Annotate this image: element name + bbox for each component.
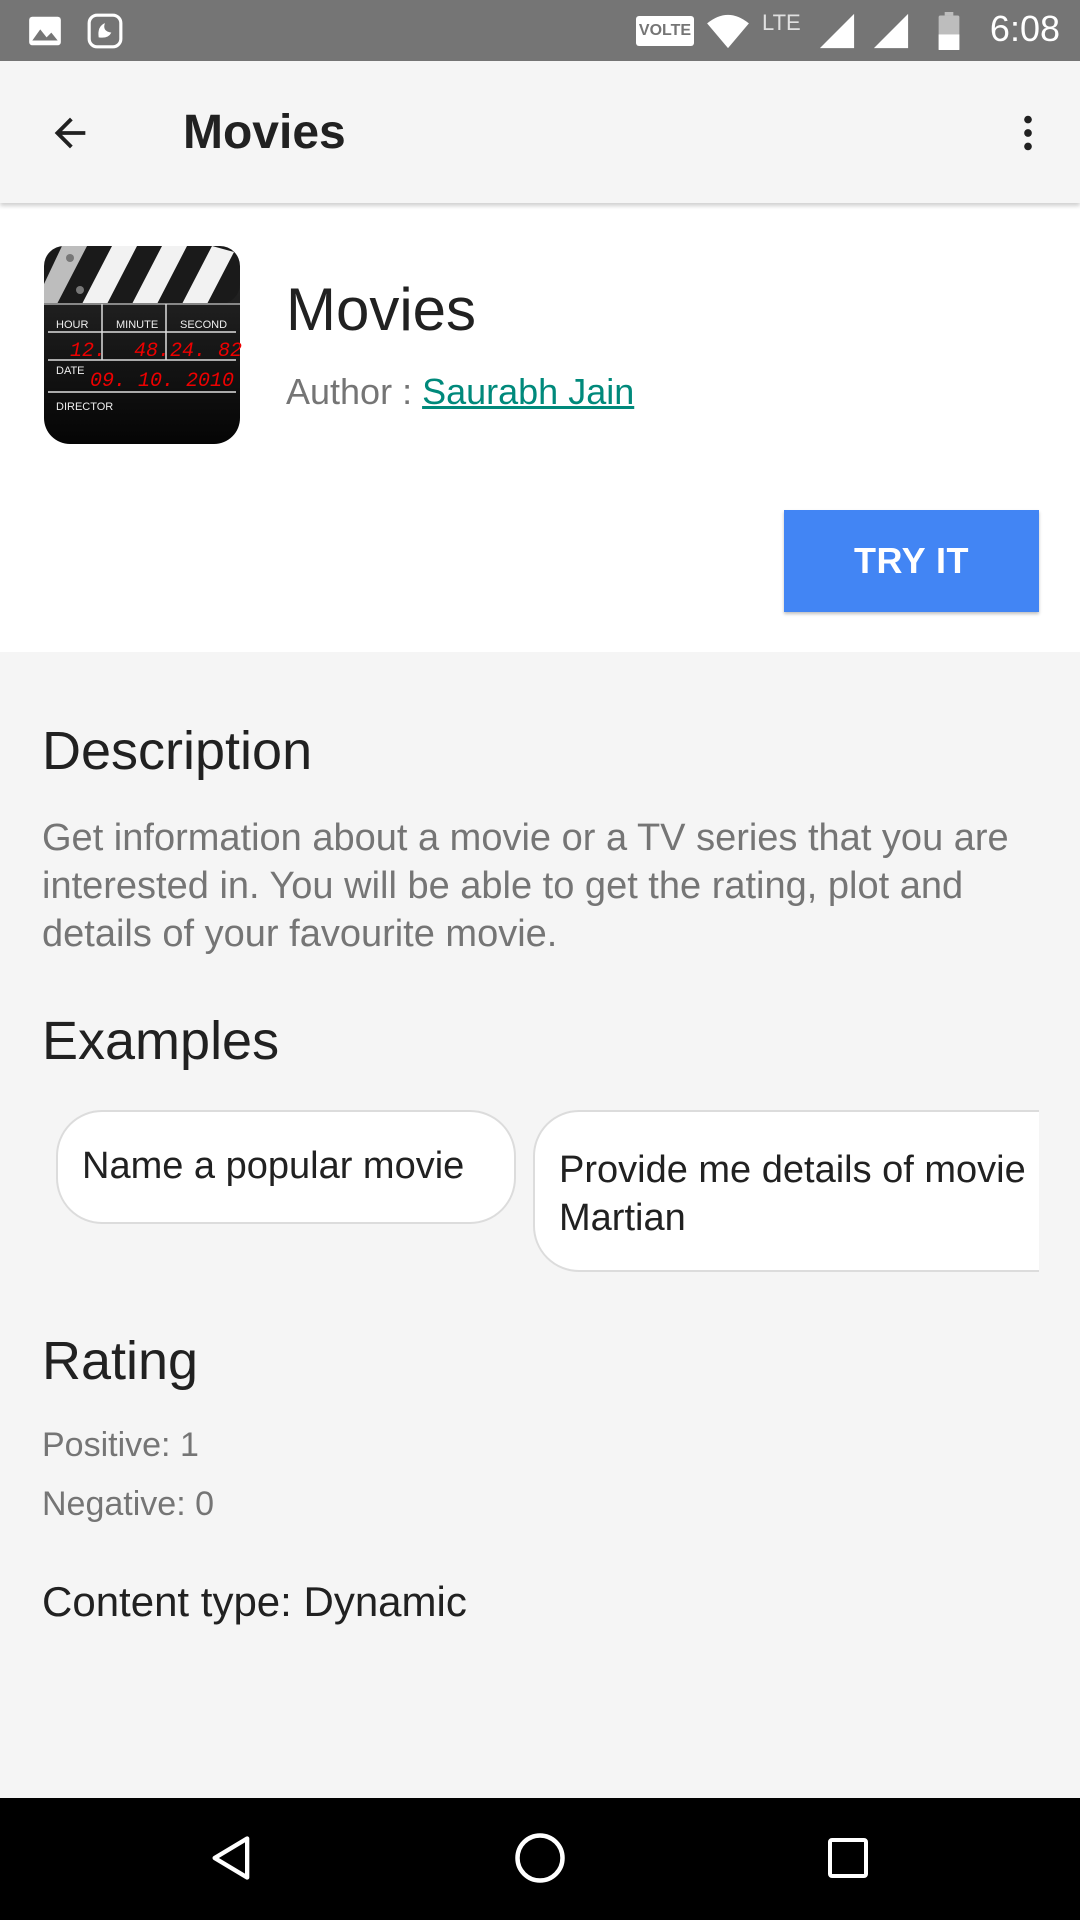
icon-hour-label: HOUR (56, 319, 88, 331)
icon-director-label: DIRECTOR (56, 401, 113, 413)
author-line: Author : Saurabh Jain (286, 371, 634, 413)
author-prefix: Author : (286, 371, 423, 412)
home-circle-icon (515, 1833, 565, 1883)
app-header-card: HOUR MINUTE SECOND 12. 48. 24. 82 DATE 0… (0, 203, 1080, 652)
examples-heading: Examples (42, 1011, 280, 1071)
more-vert-icon (1024, 115, 1032, 151)
nav-back-button[interactable] (182, 1818, 282, 1898)
example-text: Provide me details of movie (559, 1149, 1026, 1191)
status-bar: VOLTE LTE 6:08 (0, 0, 1080, 61)
examples-list[interactable]: Name a popular movie Provide me details … (56, 1108, 1039, 1278)
icon-date-label: DATE (56, 365, 85, 377)
arrow-back-icon (54, 117, 86, 149)
example-text: Name a popular movie (82, 1145, 465, 1187)
clock: 6:08 (989, 8, 1060, 49)
navigation-bar (0, 1798, 1080, 1920)
icon-date-digits: 09. 10. 2010 (90, 370, 234, 393)
icon-minute-digits: 48. (134, 340, 170, 363)
icon-hour-digits: 12. (70, 340, 106, 363)
lte-signal-icon (819, 13, 855, 49)
gallery-icon (29, 16, 61, 46)
example-text-line2: Martian (559, 1197, 686, 1239)
app-bar: Movies (0, 61, 1080, 203)
icon-second-label: SECOND (180, 319, 227, 331)
battery-icon (938, 12, 960, 50)
icon-second-digits: 24. 82 (170, 340, 242, 363)
more-options-button[interactable] (990, 95, 1066, 171)
rating-negative: Negative: 0 (42, 1485, 214, 1523)
example-chip[interactable]: Provide me details of movie Martian (533, 1110, 1039, 1272)
signal-icon (873, 13, 909, 49)
author-link[interactable]: Saurabh Jain (422, 371, 634, 412)
lte-label: LTE (762, 10, 801, 35)
back-button[interactable] (32, 95, 108, 171)
try-it-button[interactable]: TRY IT (784, 510, 1039, 612)
description-text: Get information about a movie or a TV se… (42, 817, 1009, 955)
icon-minute-label: MINUTE (116, 319, 158, 331)
nav-home-button[interactable] (490, 1818, 590, 1898)
nav-recents-button[interactable] (798, 1818, 898, 1898)
volte-icon: VOLTE (636, 16, 694, 46)
back-triangle-icon (212, 1836, 250, 1880)
wifi-icon (707, 14, 749, 49)
page-title: Movies (183, 106, 346, 159)
recents-square-icon (828, 1838, 868, 1878)
content-type: Content type: Dynamic (42, 1578, 467, 1625)
rating-heading: Rating (42, 1331, 199, 1391)
clapperboard-icon: HOUR MINUTE SECOND 12. 48. 24. 82 DATE 0… (44, 246, 242, 444)
app-name: Movies (286, 276, 477, 343)
rating-positive: Positive: 1 (42, 1426, 199, 1464)
description-heading: Description (42, 721, 313, 781)
example-chip[interactable]: Name a popular movie (56, 1110, 516, 1224)
volte-label: VOLTE (638, 22, 692, 39)
saavn-icon (87, 13, 123, 49)
